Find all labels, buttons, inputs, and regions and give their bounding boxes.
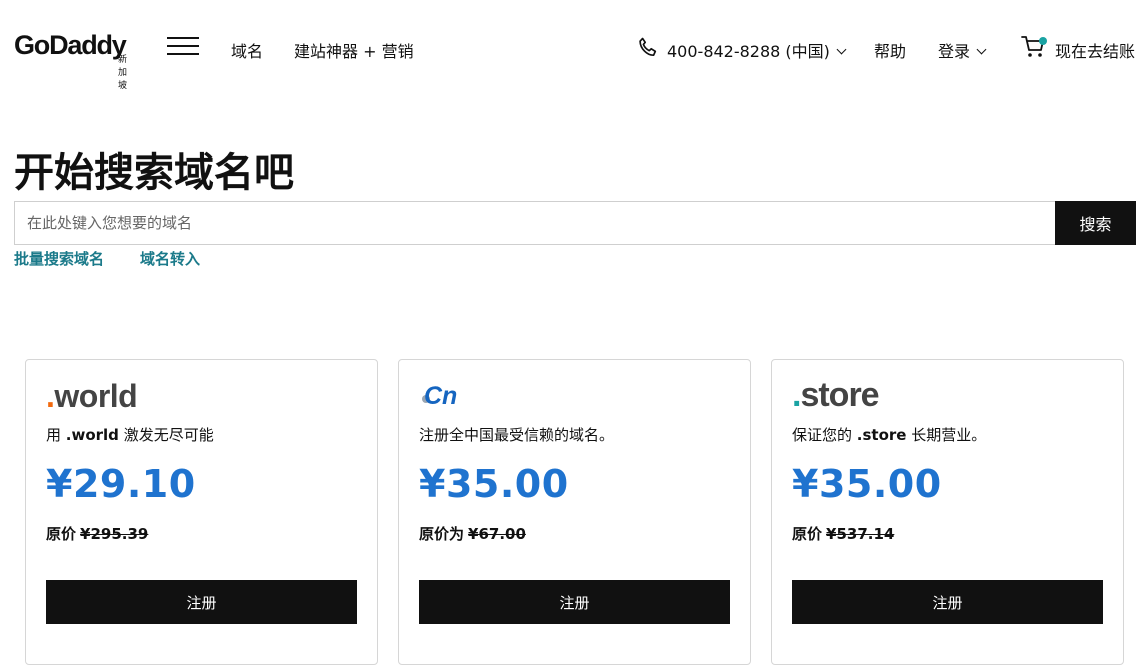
page-title: 开始搜索域名吧 xyxy=(14,150,294,196)
phone-icon xyxy=(639,37,657,57)
card-original-price: 原价为 ¥67.00 xyxy=(419,525,526,543)
godaddy-logo[interactable]: GoDaddy 新加坡 xyxy=(14,30,127,90)
logo-text: GoDaddy xyxy=(14,30,127,60)
card-description: 注册全中国最受信赖的域名。 xyxy=(419,426,615,444)
nav-checkout[interactable]: 现在去结账 xyxy=(1055,38,1135,62)
tld-card-store: .store 保证您的 .store 长期营业。 ¥35.00 原价 ¥537.1… xyxy=(771,359,1124,665)
card-price: ¥35.00 xyxy=(419,462,569,506)
card-original-price: 原价 ¥537.14 xyxy=(792,525,895,543)
cn-tld-logo: Cn xyxy=(422,382,457,410)
search-button[interactable]: 搜索 xyxy=(1055,201,1136,245)
card-price: ¥35.00 xyxy=(792,462,942,506)
menu-icon[interactable] xyxy=(167,37,199,57)
cn-logo-text: Cn xyxy=(424,382,457,410)
nav-domains[interactable]: 域名 xyxy=(231,38,263,62)
bulk-search-link[interactable]: 批量搜索域名 xyxy=(14,248,104,269)
register-button-store[interactable]: 注册 xyxy=(792,580,1103,624)
world-tld-logo: .world xyxy=(46,378,138,414)
card-original-price: 原价 ¥295.39 xyxy=(46,525,149,543)
tld-card-cn: Cn 注册全中国最受信赖的域名。 ¥35.00 原价为 ¥67.00 注册 xyxy=(398,359,751,665)
chevron-down-icon xyxy=(976,44,987,55)
domain-search-input[interactable] xyxy=(14,201,1056,245)
cart-badge-dot xyxy=(1039,37,1047,45)
logo-region-label: 新加坡 xyxy=(118,54,128,90)
nav-website-marketing[interactable]: 建站神器 + 营销 xyxy=(294,38,414,62)
tld-card-world: .world 用 .world 激发无尽可能 ¥29.10 原价 ¥295.39 … xyxy=(25,359,378,665)
domain-transfer-link[interactable]: 域名转入 xyxy=(140,248,200,269)
chevron-down-icon xyxy=(836,44,847,55)
card-description: 用 .world 激发无尽可能 xyxy=(46,426,214,444)
card-price: ¥29.10 xyxy=(46,462,196,506)
nav-login[interactable]: 登录 xyxy=(938,38,987,62)
login-label: 登录 xyxy=(938,42,971,61)
cart-icon[interactable] xyxy=(1020,32,1048,60)
nav-phone[interactable]: 400-842-8288 (中国) xyxy=(667,38,847,62)
register-button-cn[interactable]: 注册 xyxy=(419,580,730,624)
store-tld-logo: .store xyxy=(792,376,880,414)
phone-number: 400-842-8288 (中国) xyxy=(667,42,830,61)
site-header: GoDaddy 新加坡 域名 建站神器 + 营销 400-842-8288 (中… xyxy=(0,0,1136,95)
card-description: 保证您的 .store 长期营业。 xyxy=(792,426,987,444)
register-button-world[interactable]: 注册 xyxy=(46,580,357,624)
nav-help[interactable]: 帮助 xyxy=(874,38,906,62)
